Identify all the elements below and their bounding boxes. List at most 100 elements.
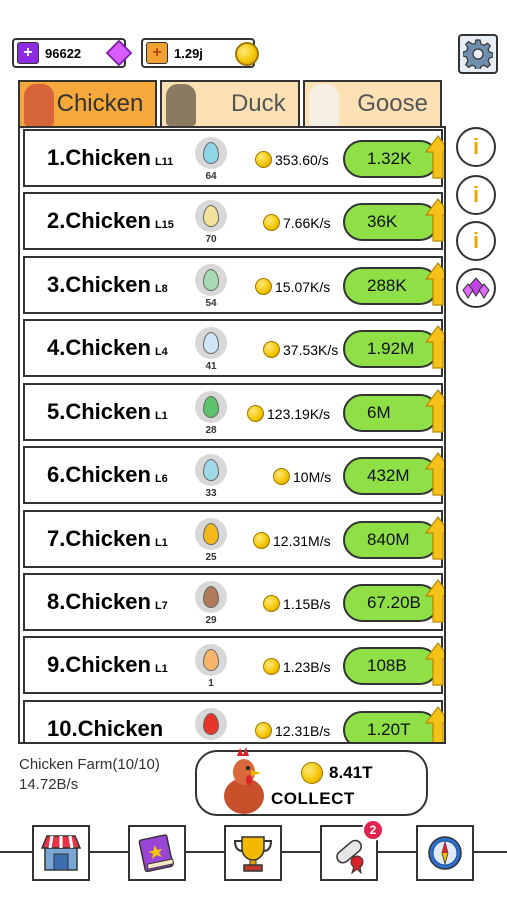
chicken-level: L8: [154, 283, 168, 295]
chicken-name-label: 6.Chicken: [47, 462, 151, 487]
up-arrow-icon: [425, 262, 444, 306]
production-rate-value: 15.07K/s: [275, 278, 331, 295]
production-rate: 15.07K/s: [255, 278, 330, 295]
gold-coin-icon: [263, 658, 280, 675]
gold-coin-icon: [301, 762, 323, 784]
info-button-3[interactable]: i: [456, 221, 496, 261]
shop-button[interactable]: [32, 825, 90, 881]
upgrade-price: 1.32K: [367, 149, 412, 168]
upgrade-button[interactable]: 1.32K: [343, 135, 444, 179]
upgrade-button[interactable]: 6M: [343, 389, 444, 433]
book-button[interactable]: [128, 825, 186, 881]
up-arrow-icon: [425, 706, 444, 742]
trophy-button[interactable]: [224, 825, 282, 881]
up-arrow-icon: [425, 579, 444, 623]
farm-rate: 14.72B/s: [19, 776, 79, 793]
collect-label: COLLECT: [271, 789, 355, 808]
diamond-icon: [105, 39, 133, 67]
add-gems-icon[interactable]: +: [17, 42, 39, 64]
shop-icon: [40, 835, 82, 871]
egg-count: 64: [205, 171, 217, 182]
collect-button[interactable]: 8.41T COLLECT: [195, 747, 428, 816]
gold-amount: 1.29j: [174, 45, 203, 61]
notification-badge: 2: [362, 819, 384, 841]
trophy-icon: [233, 836, 273, 872]
production-rate-value: 10M/s: [293, 468, 332, 485]
gem-boost-button[interactable]: [456, 268, 496, 308]
chicken-row: 4.Chicken L4 41 37.53K/s 1.92M: [23, 319, 444, 377]
egg-count: 54: [205, 298, 217, 309]
egg-count: 25: [205, 552, 217, 563]
chicken-level: L1: [154, 663, 168, 675]
egg-counter: 1: [193, 642, 229, 694]
info-icon: i: [472, 228, 480, 253]
egg-count: 70: [205, 234, 217, 245]
egg-counter: 25: [193, 516, 229, 568]
chicken-name: 8.Chicken L7: [47, 589, 168, 615]
up-arrow-icon: [425, 135, 444, 179]
animal-tabs: Chicken Duck Goose: [18, 80, 442, 126]
duck-icon: [166, 84, 197, 126]
chicken-level: L1: [154, 410, 168, 422]
add-gold-icon[interactable]: +: [146, 42, 168, 64]
egg-icon: [203, 396, 219, 418]
production-rate-value: 353.60/s: [275, 151, 329, 168]
chicken-row: 8.Chicken L7 29 1.15B/s 67.20B: [23, 573, 444, 631]
chicken-row: 6.Chicken L6 33 10M/s 432M: [23, 446, 444, 504]
upgrade-price: 1.92M: [367, 339, 415, 358]
scroll-icon: [336, 839, 364, 874]
egg-icon: [203, 205, 219, 227]
tab-duck[interactable]: Duck: [160, 80, 300, 126]
upgrade-price: 6M: [367, 403, 391, 422]
egg-count: 33: [205, 488, 217, 499]
gold-coin-icon: [263, 214, 280, 231]
info-button-2[interactable]: i: [456, 175, 496, 215]
chicken-row: 9.Chicken L1 1 1.23B/s 108B: [23, 636, 444, 694]
up-arrow-icon: [425, 642, 444, 686]
chicken-row: 5.Chicken L1 28 123.19K/s 6M: [23, 383, 444, 441]
collect-amount-value: 8.41T: [329, 763, 373, 782]
chicken-row: 7.Chicken L1 25 12.31M/s 840M: [23, 510, 444, 568]
upgrade-button[interactable]: 432M: [343, 452, 444, 496]
upgrade-price: 1.20T: [367, 720, 411, 739]
chicken-name-label: 8.Chicken: [47, 589, 151, 614]
compass-button[interactable]: [416, 825, 474, 881]
missions-button[interactable]: 2: [320, 819, 384, 881]
production-rate: 37.53K/s: [263, 341, 338, 358]
info-button-1[interactable]: i: [456, 127, 496, 167]
production-rate: 12.31B/s: [255, 722, 330, 739]
upgrade-button[interactable]: 36K: [343, 198, 444, 242]
production-rate: 1.15B/s: [263, 595, 330, 612]
production-rate: 7.66K/s: [263, 214, 330, 231]
upgrade-button[interactable]: 288K: [343, 262, 444, 306]
gem-counter[interactable]: + 96622: [12, 38, 133, 68]
info-icon: i: [472, 134, 480, 159]
upgrade-button[interactable]: 1.20T: [343, 706, 444, 742]
upgrade-button[interactable]: 840M: [343, 516, 444, 560]
settings-button[interactable]: [458, 34, 498, 74]
gold-counter[interactable]: + 1.29j: [141, 38, 259, 68]
upgrade-button[interactable]: 108B: [343, 642, 444, 686]
chicken-name-label: 5.Chicken: [47, 399, 151, 424]
upgrade-price: 67.20B: [367, 593, 421, 612]
production-rate-value: 1.15B/s: [283, 595, 331, 612]
egg-icon: [203, 523, 219, 545]
chicken-name: 5.Chicken L1: [47, 399, 168, 425]
tab-chicken[interactable]: Chicken: [18, 80, 158, 126]
egg-counter: 29: [193, 579, 229, 631]
production-rate: 353.60/s: [255, 151, 329, 168]
chicken-name-label: 3.Chicken: [47, 272, 151, 297]
up-arrow-icon: [425, 452, 444, 496]
chicken-list[interactable]: 1.Chicken L11 64 353.60/s 1.32K 2.Chicken L15 7…: [18, 126, 446, 744]
chicken-mascot-icon: [224, 747, 264, 814]
upgrade-button[interactable]: 67.20B: [343, 579, 444, 623]
upgrade-price: 432M: [367, 466, 410, 485]
chicken-name: 4.Chicken L4: [47, 335, 168, 361]
production-rate-value: 7.66K/s: [283, 214, 331, 231]
chicken-name-label: 10.Chicken: [47, 716, 164, 741]
tab-goose[interactable]: Goose: [302, 80, 442, 126]
upgrade-button[interactable]: 1.92M: [343, 325, 444, 369]
chicken-level: L6: [154, 473, 168, 485]
production-rate-value: 123.19K/s: [267, 405, 331, 422]
egg-icon: [203, 649, 219, 671]
